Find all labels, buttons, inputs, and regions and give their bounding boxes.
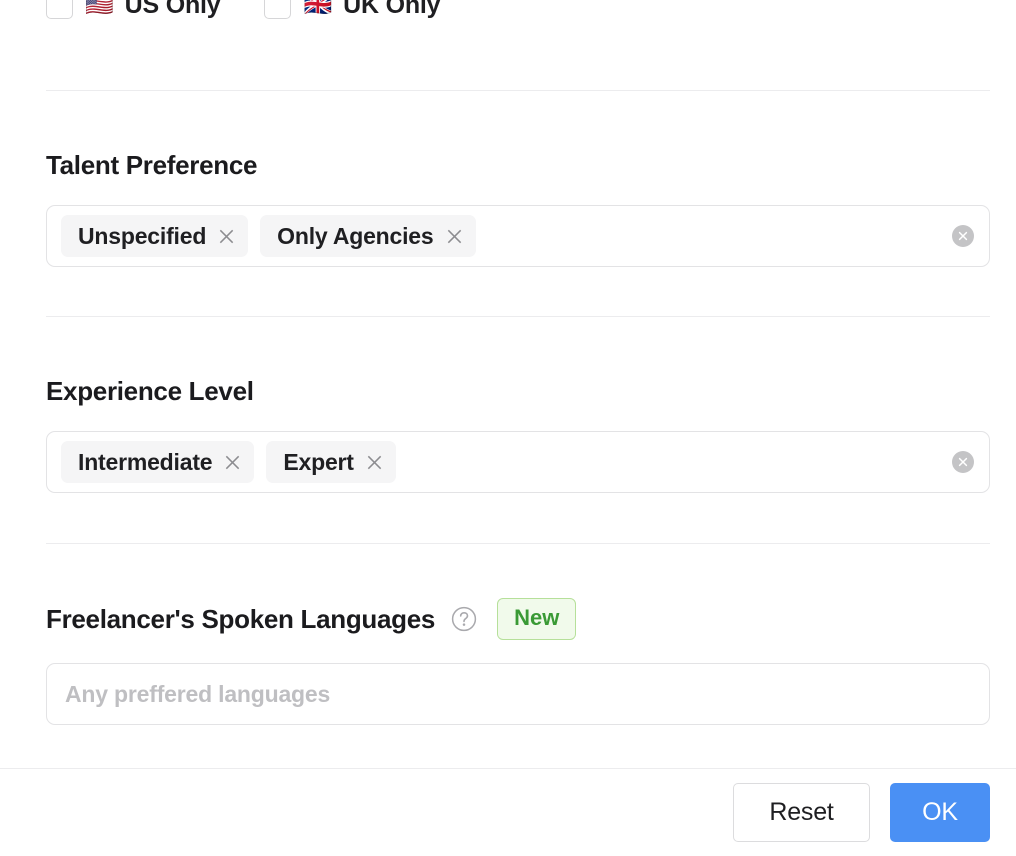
section-experience-level: Experience Level Intermediate Expert (46, 374, 990, 493)
checkbox-label-us-only: US Only (124, 0, 221, 19)
uk-flag-icon: 🇬🇧 (303, 0, 333, 18)
help-circle-icon[interactable] (451, 606, 477, 632)
close-circle-icon[interactable] (952, 225, 974, 247)
section-title-talent-preference: Talent Preference (46, 150, 258, 180)
checkbox-us-only[interactable] (46, 0, 73, 19)
location-checkbox-row: 🇺🇸 US Only 🇬🇧 UK Only (46, 0, 441, 28)
experience-level-select[interactable]: Intermediate Expert (46, 431, 990, 493)
us-flag-icon: 🇺🇸 (85, 0, 114, 18)
checkbox-item-us-only[interactable]: 🇺🇸 US Only (46, 0, 221, 20)
chip-label: Only Agencies (277, 222, 434, 249)
chip[interactable]: Only Agencies (260, 215, 476, 257)
chip[interactable]: Expert (266, 441, 396, 483)
ok-button[interactable]: OK (890, 783, 990, 842)
talent-preference-chips: Unspecified Only Agencies (61, 215, 476, 257)
spoken-languages-input[interactable] (65, 680, 971, 708)
talent-preference-select[interactable]: Unspecified Only Agencies (46, 205, 990, 267)
checkbox-label-uk-only: UK Only (343, 0, 441, 19)
checkbox-item-uk-only[interactable]: 🇬🇧 UK Only (264, 0, 441, 20)
close-icon[interactable] (223, 453, 242, 472)
chip[interactable]: Unspecified (61, 215, 249, 257)
divider (46, 316, 990, 317)
spoken-languages-title-row: Freelancer's Spoken Languages New (46, 598, 990, 640)
section-title-spoken-languages: Freelancer's Spoken Languages (46, 604, 436, 634)
new-badge: New (497, 598, 577, 640)
close-icon[interactable] (217, 227, 236, 246)
chip-label: Unspecified (78, 222, 207, 249)
dialog-footer: Reset OK (0, 768, 1016, 856)
chip-label: Intermediate (78, 448, 213, 475)
close-icon[interactable] (365, 453, 384, 472)
reset-button[interactable]: Reset (733, 783, 870, 842)
checkbox-uk-only[interactable] (264, 0, 292, 19)
spoken-languages-field[interactable] (46, 663, 990, 725)
divider (46, 90, 990, 91)
close-icon[interactable] (445, 227, 464, 246)
chip-label: Expert (283, 448, 354, 475)
divider (46, 543, 990, 544)
close-circle-icon[interactable] (952, 451, 974, 473)
experience-level-chips: Intermediate Expert (61, 441, 396, 483)
section-talent-preference: Talent Preference Unspecified Only Agenc… (46, 148, 990, 267)
chip[interactable]: Intermediate (61, 441, 255, 483)
section-spoken-languages: Freelancer's Spoken Languages New (46, 598, 990, 725)
section-title-experience-level: Experience Level (46, 376, 254, 406)
